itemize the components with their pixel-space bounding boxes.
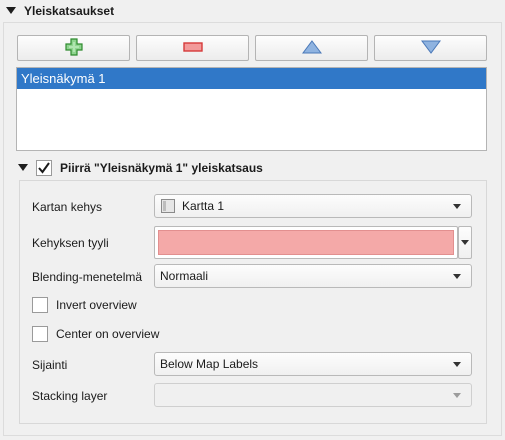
blending-value: Normaali [160, 269, 209, 283]
position-label: Sijainti [32, 358, 68, 372]
center-overview-checkbox[interactable] [32, 326, 48, 342]
position-combo[interactable]: Below Map Labels [154, 352, 472, 376]
blending-label: Blending-menetelmä [32, 270, 143, 284]
minus-icon [182, 41, 203, 55]
draw-overview-group-header[interactable]: Piirrä "Yleisnäkymä 1" yleiskatsaus [16, 158, 486, 178]
frame-style-menu-button[interactable] [458, 226, 472, 259]
frame-style-label: Kehyksen tyyli [32, 236, 109, 250]
center-overview-option[interactable]: Center on overview [32, 326, 159, 342]
chevron-down-icon [453, 393, 461, 398]
center-overview-label: Center on overview [56, 327, 160, 341]
collapse-arrow-icon[interactable] [18, 161, 28, 175]
map-frame-value: Kartta 1 [182, 199, 225, 213]
add-overview-button[interactable] [17, 35, 130, 61]
map-frame-combo[interactable]: Kartta 1 [154, 194, 472, 218]
remove-overview-button[interactable] [136, 35, 249, 61]
collapse-arrow-icon[interactable] [6, 4, 16, 18]
move-down-button[interactable] [374, 35, 487, 61]
plus-icon [64, 37, 83, 59]
arrow-down-icon [420, 40, 441, 57]
section-title: Yleiskatsaukset [24, 4, 115, 18]
map-frame-label: Kartan kehys [32, 200, 103, 214]
stacking-layer-combo[interactable] [154, 383, 472, 407]
arrow-up-icon [301, 39, 322, 57]
chevron-down-icon [453, 362, 461, 367]
chevron-down-icon [461, 240, 469, 245]
move-up-button[interactable] [255, 35, 368, 61]
invert-overview-label: Invert overview [56, 298, 137, 312]
frame-style-button[interactable] [154, 226, 458, 259]
draw-overview-checkbox[interactable] [36, 160, 52, 176]
chevron-down-icon [453, 274, 461, 279]
draw-overview-label: Piirrä "Yleisnäkymä 1" yleiskatsaus [60, 161, 263, 175]
blending-combo[interactable]: Normaali [154, 264, 472, 288]
invert-overview-checkbox[interactable] [32, 297, 48, 313]
map-item-icon [160, 198, 176, 214]
checkmark-icon [38, 162, 50, 174]
overview-list[interactable]: Yleisnäkymä 1 [16, 67, 487, 151]
list-item[interactable]: Yleisnäkymä 1 [17, 68, 486, 89]
frame-style-swatch [158, 230, 454, 255]
position-value: Below Map Labels [160, 357, 259, 371]
invert-overview-option[interactable]: Invert overview [32, 297, 137, 313]
stacking-layer-label: Stacking layer [32, 389, 108, 403]
chevron-down-icon [453, 204, 461, 209]
overviews-section-header[interactable]: Yleiskatsaukset [0, 0, 505, 22]
